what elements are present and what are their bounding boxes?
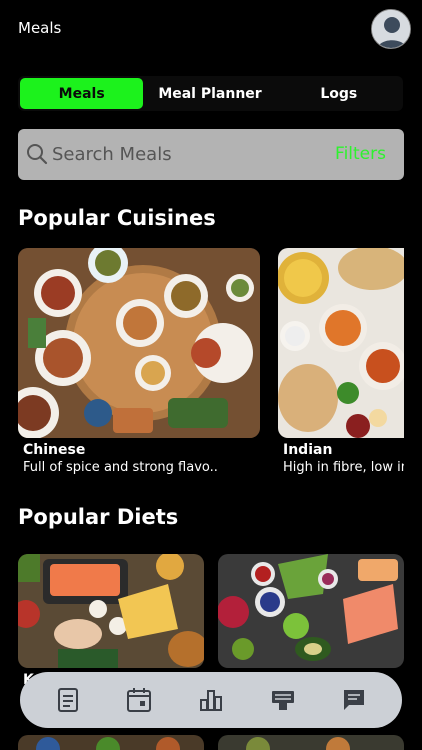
indian-food-image	[278, 248, 404, 438]
popular-cuisines-title: Popular Cuisines	[18, 206, 216, 230]
tab-logs[interactable]: Logs	[277, 78, 401, 109]
tab-bar: Meals Meal Planner Logs	[18, 76, 403, 111]
bottom-nav	[20, 672, 402, 728]
diet-card[interactable]	[18, 735, 204, 750]
cuisine-name: Indian	[283, 442, 333, 458]
tab-meal-planner[interactable]: Meal Planner	[143, 78, 276, 109]
cuisine-description: Full of spice and strong flavo..	[23, 460, 218, 475]
avatar[interactable]	[371, 9, 411, 49]
search-bar[interactable]: Search Meals Filters	[18, 129, 404, 180]
chat-icon	[344, 690, 365, 710]
chart-icon	[199, 690, 222, 711]
popular-diets-title: Popular Diets	[18, 505, 179, 529]
nav-chat-button[interactable]	[334, 680, 374, 720]
chinese-food-image	[18, 248, 260, 438]
nav-stats-button[interactable]	[191, 680, 231, 720]
nav-menu-button[interactable]	[263, 680, 303, 720]
search-input[interactable]: Search Meals	[52, 144, 172, 165]
plan-icon	[271, 691, 294, 710]
diet-food-image	[18, 554, 204, 668]
page-title: Meals	[18, 19, 62, 37]
diet-food-image	[218, 554, 404, 668]
filters-button[interactable]: Filters	[335, 144, 386, 164]
cuisine-card-indian[interactable]: Indian High in fibre, low in	[278, 248, 404, 478]
cuisine-name: Chinese	[23, 442, 86, 458]
user-avatar-icon	[372, 10, 410, 48]
tab-meals[interactable]: Meals	[20, 78, 144, 109]
diet-food-image	[18, 735, 204, 750]
cuisine-card-chinese[interactable]: Chinese Full of spice and strong flavo..	[18, 248, 260, 478]
diet-food-image	[218, 735, 404, 750]
diet-card[interactable]	[218, 735, 404, 750]
cuisine-description: High in fibre, low in	[283, 460, 404, 475]
nav-planner-button[interactable]	[119, 680, 159, 720]
search-icon	[27, 144, 48, 165]
nav-log-button[interactable]	[48, 680, 88, 720]
document-icon	[57, 688, 78, 712]
calendar-icon	[127, 688, 152, 712]
